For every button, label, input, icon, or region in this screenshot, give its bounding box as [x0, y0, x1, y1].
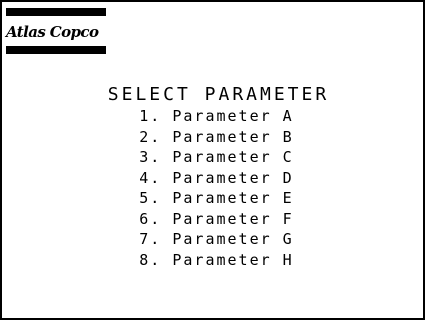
logo-top-bar [6, 8, 106, 16]
menu-title: SELECT PARAMETER [107, 84, 330, 105]
menu-item-parameter-f[interactable]: 6. Parameter F [6, 209, 425, 230]
atlas-copco-logo: Atlas Copco [6, 8, 106, 54]
menu-item-parameter-a[interactable]: 1. Parameter A [6, 106, 425, 127]
menu-item-parameter-g[interactable]: 7. Parameter G [6, 229, 425, 250]
parameter-menu: SELECT PARAMETER 1. Parameter A 2. Param… [2, 84, 425, 270]
logo-wordmark: Atlas Copco [6, 23, 99, 41]
menu-item-parameter-b[interactable]: 2. Parameter B [6, 127, 425, 148]
menu-item-parameter-e[interactable]: 5. Parameter E [6, 188, 425, 209]
menu-item-parameter-d[interactable]: 4. Parameter D [6, 168, 425, 189]
parameter-list: 1. Parameter A 2. Parameter B 3. Paramet… [2, 106, 425, 270]
menu-item-parameter-h[interactable]: 8. Parameter H [6, 250, 425, 271]
logo-bottom-bar [6, 46, 106, 54]
menu-item-parameter-c[interactable]: 3. Parameter C [6, 147, 425, 168]
display-screen: Atlas Copco SELECT PARAMETER 1. Paramete… [0, 0, 425, 320]
